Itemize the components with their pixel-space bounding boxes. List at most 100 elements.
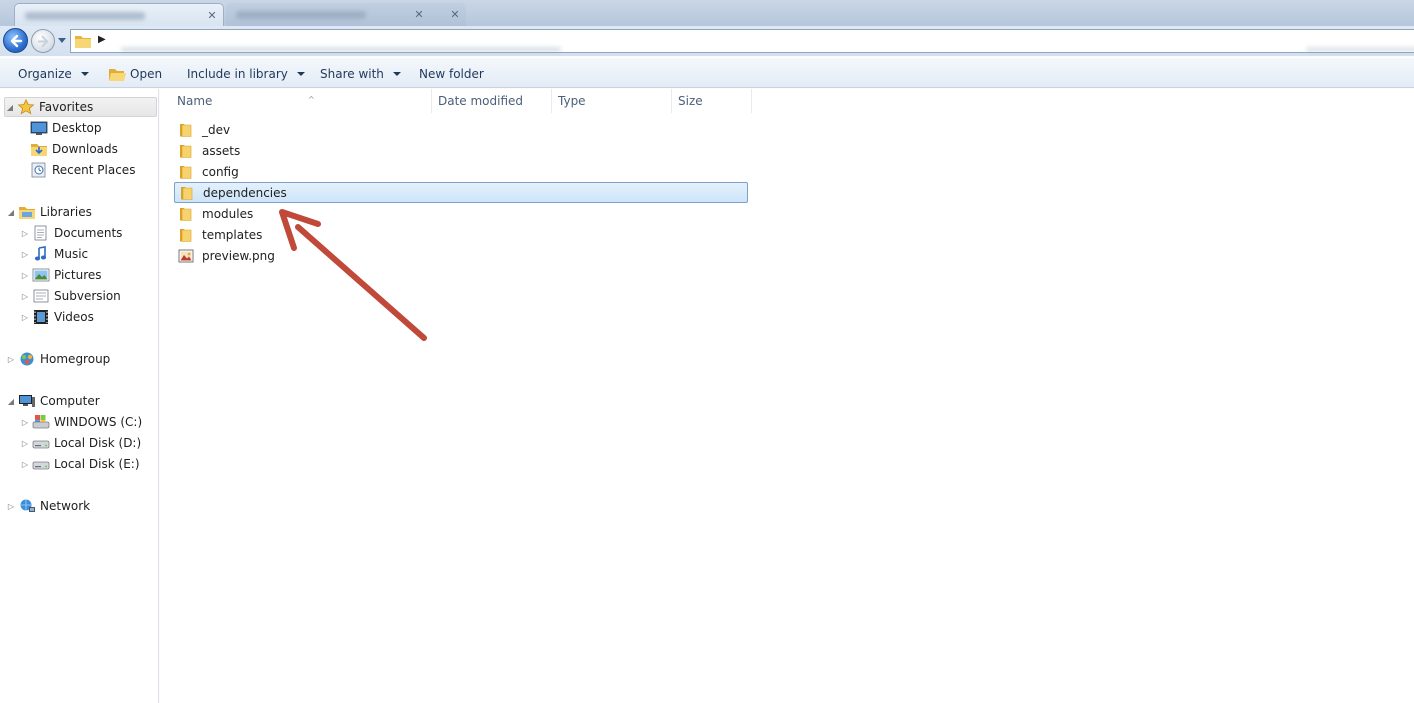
desktop-icon [30,120,48,136]
tree-libraries-label: Libraries [40,205,92,219]
tree-network[interactable]: ▷ Network [6,496,90,516]
file-row-dependencies[interactable]: dependencies [174,182,748,203]
tree-computer-label: Computer [40,394,100,408]
expand-arrow-icon[interactable]: ▷ [20,460,30,469]
tree-item-windows-c[interactable]: ▷ WINDOWS (C:) [20,412,142,432]
tree-item-local-disk-d[interactable]: ▷ Local Disk (D:) [20,433,141,453]
back-button[interactable] [3,28,28,53]
blurred-tab-title [236,11,366,19]
new-folder-button[interactable]: New folder [419,65,484,82]
tree-item-label: Downloads [52,142,118,156]
network-icon [18,498,36,514]
file-name: assets [202,143,241,158]
navigation-bar: ▶ [0,26,1414,56]
expand-arrow-icon[interactable]: ▷ [20,439,30,448]
star-icon [17,98,35,115]
disk-drive-icon [32,456,50,472]
expand-arrow-icon[interactable]: ▷ [20,292,30,301]
folder-icon [178,164,194,180]
tree-item-videos[interactable]: ▷ Videos [20,307,94,327]
folder-icon [178,227,194,243]
column-header-type[interactable]: Type [552,89,672,113]
expand-arrow-icon[interactable]: ▷ [6,502,16,511]
new-folder-label: New folder [419,66,484,81]
file-name: dependencies [203,185,287,200]
folder-icon [75,36,91,48]
tree-item-subversion[interactable]: ▷ Subversion [20,286,121,306]
documents-icon [32,225,50,241]
folder-icon [178,206,194,222]
address-bar[interactable]: ▶ [70,29,1414,53]
tree-item-downloads[interactable]: Downloads [30,139,118,159]
videos-icon [32,309,50,325]
file-row-dev[interactable]: _dev [174,119,748,140]
organize-label: Organize [18,66,72,81]
disk-drive-icon [32,435,50,451]
file-row-config[interactable]: config [174,161,748,182]
open-label: Open [130,66,163,81]
expand-arrow-icon[interactable]: ▷ [20,313,30,322]
tree-item-label: Local Disk (D:) [54,436,142,450]
tree-libraries[interactable]: ◢ Libraries [6,202,92,222]
tree-computer[interactable]: ◢ Computer [6,391,100,411]
column-header-name[interactable]: ^ Name [171,89,432,113]
tree-item-music[interactable]: ▷ Music [20,244,88,264]
expand-arrow-icon[interactable]: ▷ [6,355,16,364]
forward-arrow-icon [37,35,49,48]
breadcrumb-chevron-icon[interactable]: ▶ [98,34,106,45]
pictures-icon [32,267,50,283]
file-row-preview-png[interactable]: preview.png [174,245,748,266]
file-row-modules[interactable]: modules [174,203,748,224]
column-header-label: Type [558,94,586,108]
tree-item-label: Documents [54,226,123,240]
file-name: modules [202,206,254,221]
tree-item-local-disk-e[interactable]: ▷ Local Disk (E:) [20,454,140,474]
tree-network-label: Network [40,499,91,513]
collapse-arrow-icon[interactable]: ◢ [6,397,16,406]
include-in-library-button[interactable]: Include in library [187,65,305,82]
tree-item-documents[interactable]: ▷ Documents [20,223,122,243]
tree-item-label: Videos [54,310,94,324]
music-icon [32,246,50,262]
new-tab-icon[interactable]: ✕ [448,8,462,22]
blurred-path [121,47,561,52]
expand-arrow-icon[interactable]: ▷ [20,250,30,259]
column-header-date-modified[interactable]: Date modified [432,89,552,113]
recent-pages-dropdown-icon[interactable] [57,35,67,45]
file-name: _dev [202,122,231,137]
folder-icon [179,185,195,201]
blurred-search [1306,47,1414,52]
tree-item-label: Subversion [54,289,121,303]
close-tab-icon[interactable]: ✕ [412,8,426,22]
forward-button[interactable] [31,29,55,53]
tree-item-recent-places[interactable]: Recent Places [30,160,135,180]
tree-item-pictures[interactable]: ▷ Pictures [20,265,102,285]
expand-arrow-icon[interactable]: ▷ [20,418,30,427]
libraries-icon [18,204,36,220]
tree-item-desktop[interactable]: Desktop [30,118,102,138]
column-header-size[interactable]: Size [672,89,752,113]
open-folder-icon [109,68,126,81]
file-row-assets[interactable]: assets [174,140,748,161]
share-with-button[interactable]: Share with [320,65,401,82]
share-with-label: Share with [320,66,384,81]
collapse-arrow-icon[interactable]: ◢ [5,103,15,112]
file-name: templates [202,227,263,242]
collapse-arrow-icon[interactable]: ◢ [6,208,16,217]
open-button[interactable]: Open [108,65,162,82]
expand-arrow-icon[interactable]: ▷ [20,229,30,238]
tree-item-label: Local Disk (E:) [54,457,140,471]
file-row-templates[interactable]: templates [174,224,748,245]
close-tab-icon[interactable]: ✕ [205,9,219,23]
blurred-tab-title [25,12,145,20]
image-file-icon [178,248,194,264]
tree-item-label: Pictures [54,268,102,282]
computer-icon [18,393,36,409]
file-name: config [202,164,239,179]
tree-favorites[interactable]: ◢ Favorites [4,97,157,117]
tree-item-label: WINDOWS (C:) [54,415,143,429]
column-header-label: Size [678,94,703,108]
expand-arrow-icon[interactable]: ▷ [20,271,30,280]
organize-button[interactable]: Organize [18,65,89,82]
tree-homegroup[interactable]: ▷ Homegroup [6,349,110,369]
